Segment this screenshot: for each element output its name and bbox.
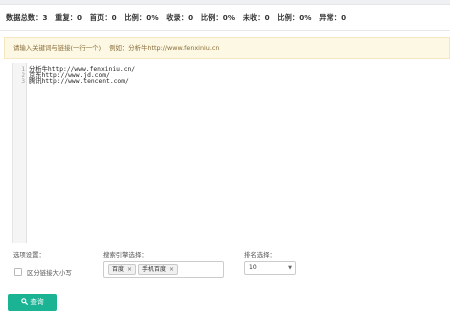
stat-indexed-ratio: 比例：0% [201, 13, 235, 22]
stat-value: 0 [77, 13, 83, 22]
stat-homepage-ratio: 比例：0% [124, 13, 158, 22]
remove-tag-icon[interactable]: × [127, 266, 132, 273]
hint-example: 例如：分析牛http://www.fenxiniu.cn [109, 44, 220, 52]
engine-select-label: 搜索引擎选择： [103, 251, 148, 259]
stat-label: 收录： [166, 13, 189, 22]
remove-tag-icon[interactable]: × [169, 266, 174, 273]
engine-tag-mobile-baidu: 手机百度 × [138, 264, 179, 275]
stat-value: 0% [222, 13, 236, 22]
stat-value: 0% [299, 13, 312, 22]
line-number: 3 [21, 79, 26, 85]
engine-multiselect[interactable]: 百度 × 手机百度 × [103, 261, 224, 278]
query-button[interactable]: 查询 [8, 294, 57, 311]
line-number-gutter: 1 2 3 [13, 63, 27, 243]
case-sensitive-label[interactable]: 区分链接大小写 [27, 268, 72, 277]
stat-value: 0 [264, 13, 270, 22]
stat-value: 0 [341, 13, 347, 22]
stat-label: 异常： [319, 13, 342, 22]
rank-select-value: 10 [249, 264, 257, 271]
stat-value: 0 [188, 13, 194, 22]
divider [0, 30, 450, 31]
search-icon [21, 298, 29, 305]
stat-total: 数据总数：3 [6, 13, 48, 22]
query-button-label: 查询 [30, 298, 44, 306]
stats-bar: 数据总数：3 重复：0 首页：0 比例：0% 收录：0 比例：0% 未收：0 比… [6, 13, 446, 25]
stat-error: 异常：0 [319, 13, 346, 22]
stat-homepage: 首页：0 [90, 13, 117, 22]
engine-tag-label: 百度 [112, 266, 125, 273]
stat-label: 比例： [277, 13, 300, 22]
stat-value: 0 [111, 13, 117, 22]
stat-label: 数据总数： [6, 13, 43, 22]
stat-value: 3 [42, 13, 48, 22]
rank-select[interactable]: 10 ▼ [244, 261, 296, 275]
case-sensitive-checkbox[interactable] [14, 268, 22, 276]
stat-label: 重复： [55, 13, 78, 22]
stat-indexed: 收录：0 [166, 13, 193, 22]
keyword-url-editor[interactable]: 1 2 3 分析牛http://www.fenxiniu.cn/ 京东http:… [12, 63, 450, 243]
stat-label: 未收： [242, 13, 265, 22]
top-border [0, 0, 450, 5]
editor-line[interactable]: 腾讯http://www.tencent.com/ [29, 78, 129, 85]
stat-label: 比例： [200, 13, 223, 22]
stat-duplicate: 重复：0 [55, 13, 82, 22]
engine-tag-label: 手机百度 [142, 266, 167, 273]
stat-not-indexed-ratio: 比例：0% [277, 13, 311, 22]
hint-text: 请输入关键词与链接(一行一个) [13, 44, 102, 52]
engine-tag-baidu: 百度 × [108, 264, 137, 275]
options-label: 选项设置： [13, 251, 45, 259]
chevron-down-icon: ▼ [288, 265, 292, 271]
stat-label: 比例： [124, 13, 147, 22]
input-hint: 请输入关键词与链接(一行一个) 例如：分析牛http://www.fenxini… [4, 37, 450, 59]
stat-not-indexed: 未收：0 [243, 13, 270, 22]
stat-label: 首页： [89, 13, 112, 22]
stat-value: 0% [146, 13, 159, 22]
rank-select-label: 排名选择： [244, 251, 276, 259]
